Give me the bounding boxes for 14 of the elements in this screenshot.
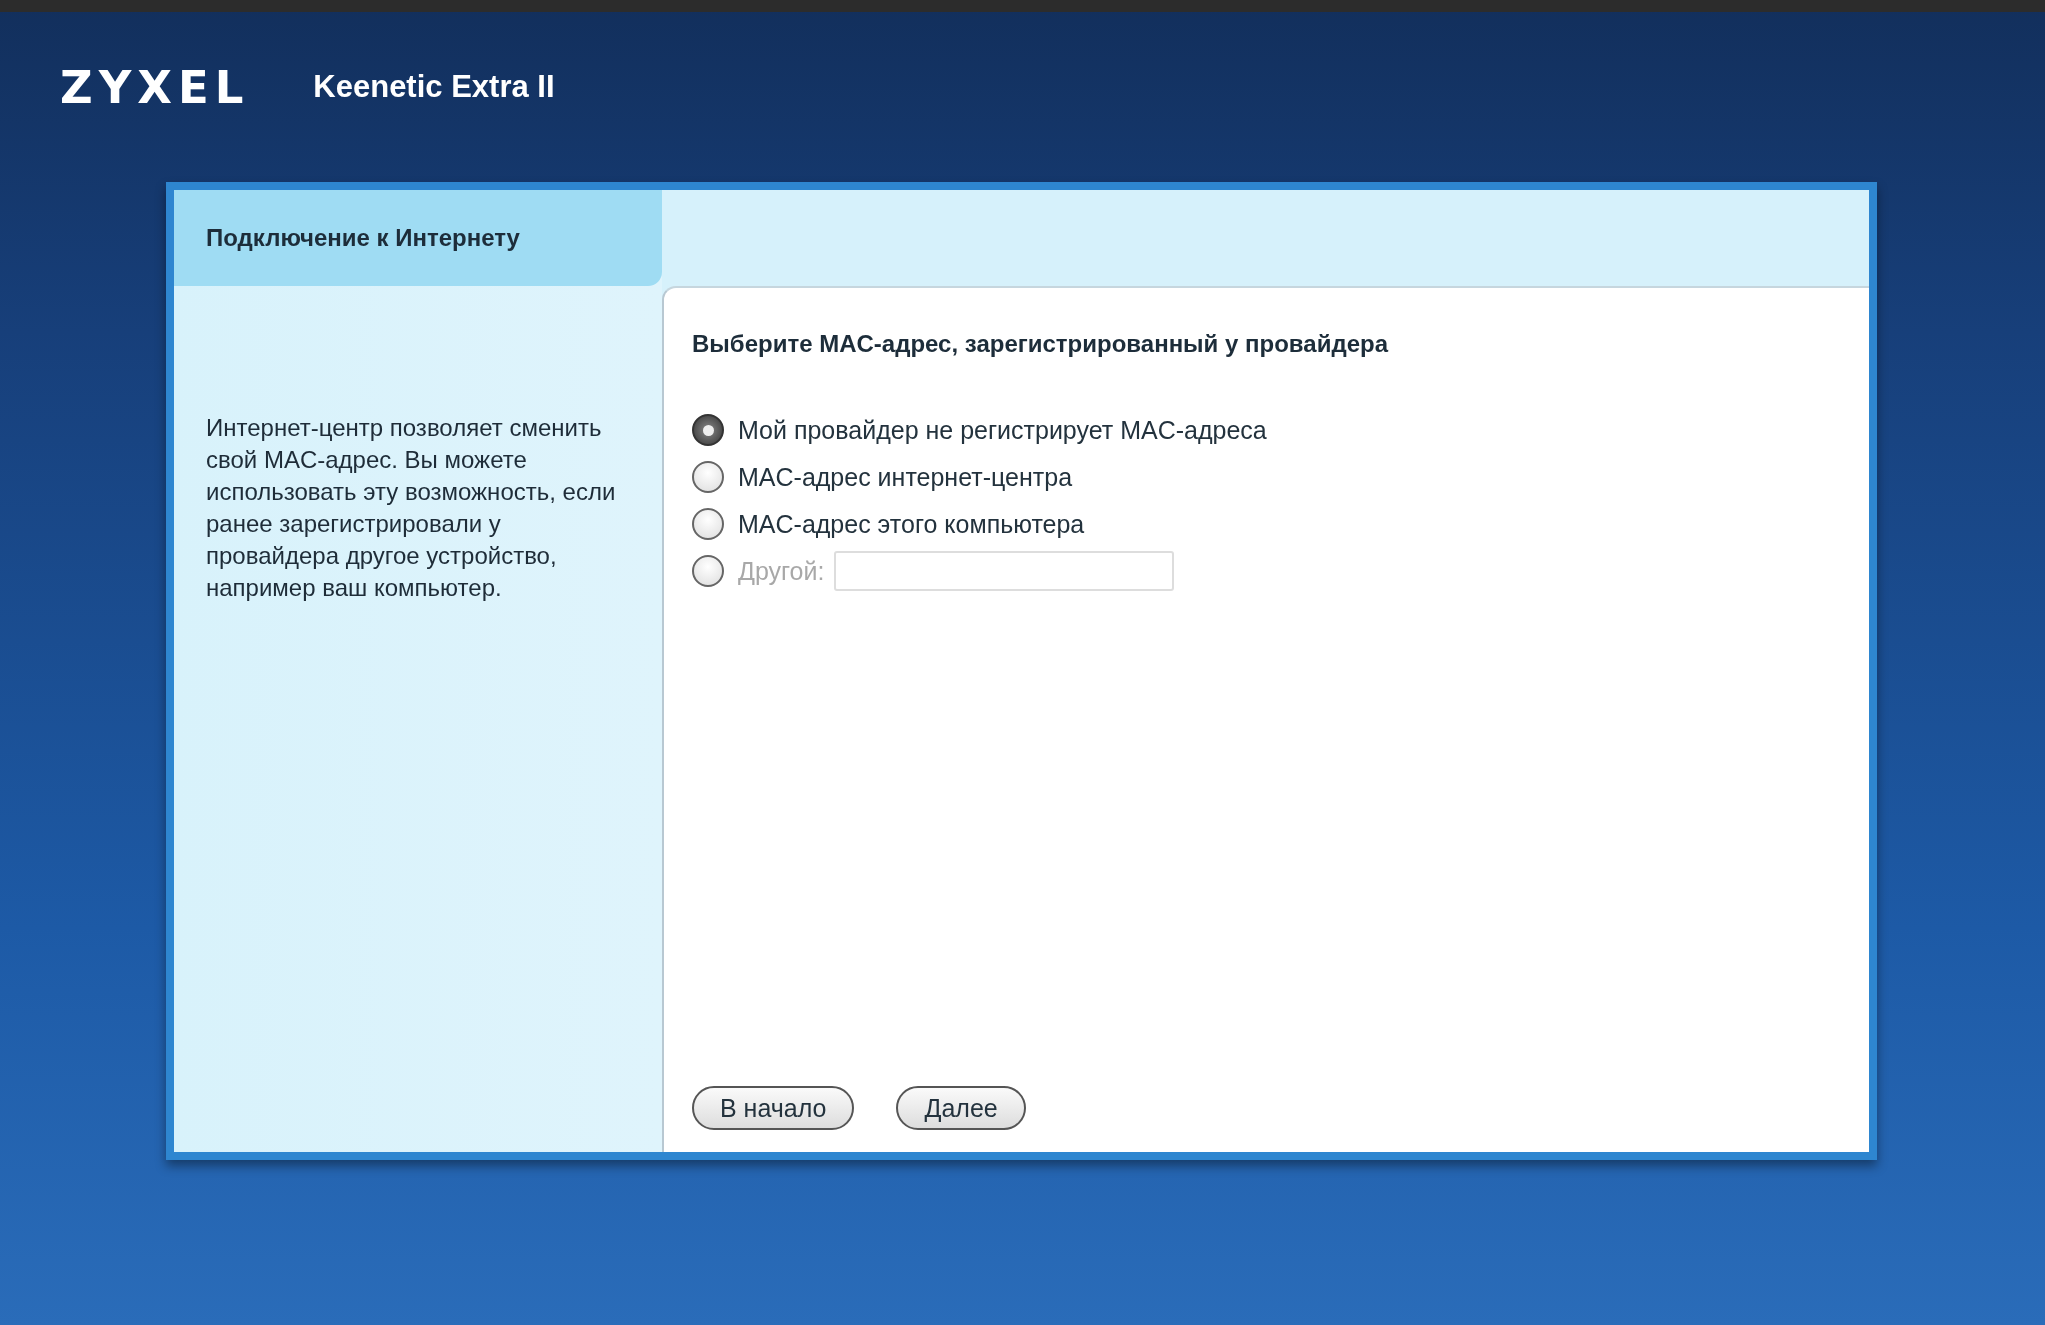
radio-button[interactable]: [692, 414, 724, 446]
nav-button[interactable]: В начало: [692, 1086, 855, 1130]
option-label: Мой провайдер не регистрирует MAC-адреса: [738, 415, 1267, 445]
option-label: Другой:: [738, 556, 825, 586]
sidebar-title: Подключение к Интернету: [206, 224, 520, 252]
model-name: Keenetic Extra II: [313, 69, 555, 105]
option-label: MAC-адрес интернет-центра: [738, 462, 1073, 492]
nav-button[interactable]: Далее: [896, 1086, 1026, 1130]
radio-button[interactable]: [692, 508, 724, 540]
description-text: Интернет-центр позволяет сменить свой MAC-адрес. Вы можете использовать эту возможность, если ранее зарегистрировали у провайдера другое устройство, например ваш компьютер.: [206, 413, 617, 603]
brand-logo: ZYXEL: [60, 60, 250, 114]
option-label: MAC-адрес этого компьютера: [738, 509, 1085, 539]
section-heading: Выберите MAC-адрес, зарегистрированный у провайдера: [692, 330, 1390, 358]
radio-button[interactable]: [692, 461, 724, 493]
